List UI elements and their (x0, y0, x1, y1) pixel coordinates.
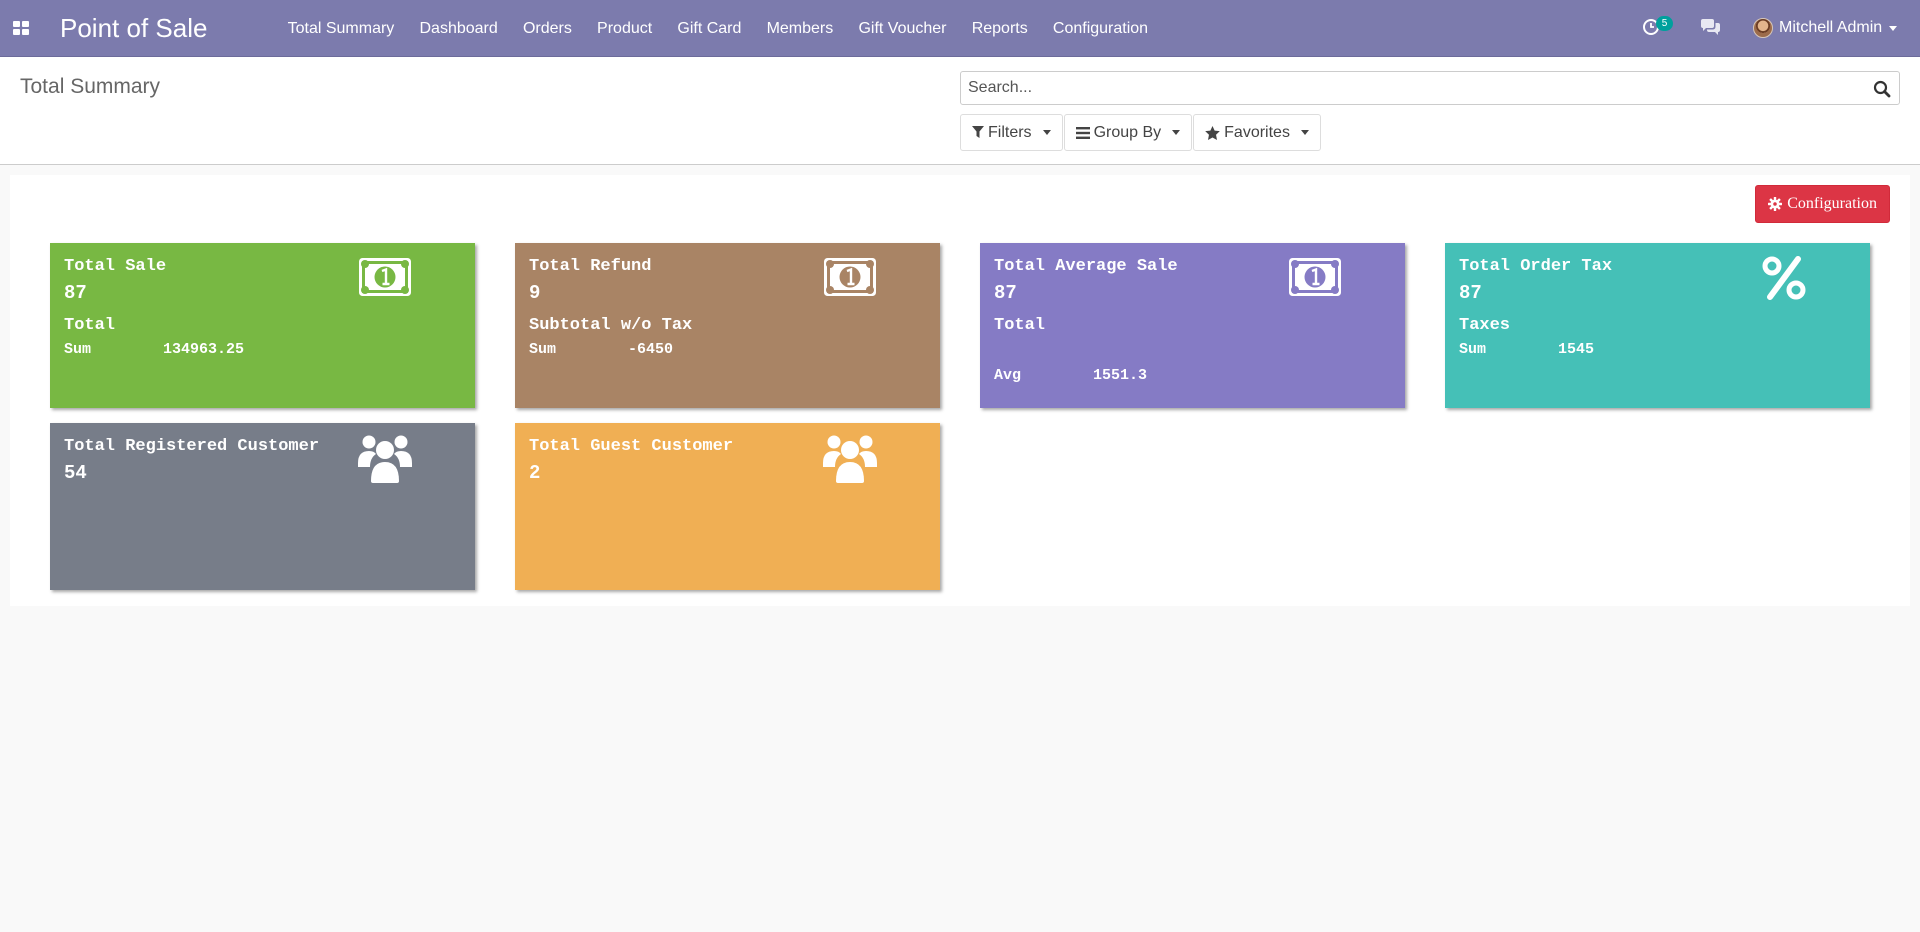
summary-card-total-guest-customer[interactable]: Total Guest Customer 2 (515, 423, 940, 590)
configuration-button-label: Configuration (1787, 195, 1877, 212)
metric-value: 1545 (1558, 341, 1595, 358)
menu-item-gift-voucher[interactable]: Gift Voucher (846, 0, 959, 57)
search-box (960, 71, 1900, 105)
caret-down-icon (1300, 130, 1309, 135)
card-metric: Sum -6450 (529, 341, 673, 358)
card-title: Total Order Tax (1459, 257, 1613, 276)
star-icon (1205, 125, 1220, 140)
dashboard-content: Configuration Total Sale 87 Total Sum 134… (10, 175, 1910, 606)
menu-item-members[interactable]: Members (754, 0, 846, 57)
money-icon (824, 258, 876, 296)
card-title: Total Registered Customer (64, 437, 320, 456)
percent-icon (1762, 256, 1806, 300)
filters-button[interactable]: Filters (960, 114, 1063, 151)
card-metric: Avg 1551.3 (994, 367, 1147, 384)
caret-down-icon (1042, 130, 1051, 135)
favorites-label: Favorites (1224, 123, 1290, 141)
card-subtitle: Total (64, 316, 116, 335)
filter-icon (972, 126, 984, 138)
card-title: Total Refund (529, 257, 652, 276)
apps-menu-icon[interactable] (13, 21, 29, 35)
card-metric: Sum 1545 (1459, 341, 1594, 358)
menu-item-orders[interactable]: Orders (510, 0, 584, 57)
summary-card-total-average-sale[interactable]: Total Average Sale 87 Total Avg 1551.3 (980, 243, 1405, 408)
menu-item-reports[interactable]: Reports (959, 0, 1040, 57)
summary-card-total-refund[interactable]: Total Refund 9 Subtotal w/o Tax Sum -6450 (515, 243, 940, 408)
summary-card-total-order-tax[interactable]: Total Order Tax 87 Taxes Sum 1545 (1445, 243, 1870, 408)
card-title: Total Average Sale (994, 257, 1178, 276)
metric-label: Avg (994, 367, 1022, 384)
app-brand[interactable]: Point of Sale (60, 13, 207, 44)
search-options: Filters Group By Favorites (960, 114, 1322, 151)
summary-card-total-sale[interactable]: Total Sale 87 Total Sum 134963.25 (50, 243, 475, 408)
metric-label: Sum (64, 341, 92, 358)
card-title: Total Guest Customer (529, 437, 734, 456)
card-title: Total Sale (64, 257, 167, 276)
favorites-button[interactable]: Favorites (1193, 114, 1321, 151)
card-count: 54 (64, 462, 87, 484)
card-count: 9 (529, 282, 541, 304)
search-icon[interactable] (1873, 80, 1891, 98)
metric-value: 134963.25 (163, 341, 245, 358)
menu-item-gift-card[interactable]: Gift Card (665, 0, 754, 57)
metric-label: Sum (529, 341, 557, 358)
chat-icon[interactable] (1700, 18, 1721, 37)
user-menu-name[interactable]: Mitchell Admin (1779, 19, 1882, 37)
card-subtitle: Taxes (1459, 316, 1511, 335)
search-input[interactable] (968, 72, 1848, 104)
filters-label: Filters (988, 123, 1032, 141)
control-panel: Total Summary Filters Group By Favorites (0, 57, 1920, 165)
menu-item-configuration[interactable]: Configuration (1040, 0, 1160, 57)
card-metric: Sum 134963.25 (64, 341, 244, 358)
gear-icon (1768, 197, 1783, 211)
caret-down-icon[interactable] (1889, 26, 1897, 31)
menu-item-dashboard[interactable]: Dashboard (407, 0, 510, 57)
caret-down-icon (1172, 130, 1181, 135)
top-navbar: Point of Sale Total Summary Dashboard Or… (0, 0, 1920, 57)
money-icon (359, 258, 411, 296)
main-menu: Total Summary Dashboard Orders Product G… (275, 0, 1161, 57)
metric-value: -6450 (628, 341, 674, 358)
users-icon (823, 435, 877, 483)
card-count: 2 (529, 462, 541, 484)
bars-icon (1075, 126, 1090, 139)
menu-item-total-summary[interactable]: Total Summary (275, 0, 407, 57)
card-count: 87 (994, 282, 1017, 304)
breadcrumb-title: Total Summary (20, 75, 161, 98)
card-subtitle: Total (994, 316, 1046, 335)
group-by-button[interactable]: Group By (1063, 114, 1193, 151)
user-avatar[interactable] (1753, 18, 1773, 38)
money-icon (1289, 258, 1341, 296)
metric-label: Sum (1459, 341, 1487, 358)
metric-value: 1551.3 (1093, 367, 1148, 384)
summary-card-total-registered-customer[interactable]: Total Registered Customer 54 (50, 423, 475, 590)
menu-item-product[interactable]: Product (584, 0, 664, 57)
group-by-label: Group By (1093, 123, 1162, 141)
activity-count-badge: 5 (1656, 16, 1673, 31)
users-icon (358, 435, 412, 483)
card-count: 87 (1459, 282, 1482, 304)
card-subtitle: Subtotal w/o Tax (529, 316, 693, 335)
card-count: 87 (64, 282, 87, 304)
configuration-button[interactable]: Configuration (1755, 185, 1890, 223)
